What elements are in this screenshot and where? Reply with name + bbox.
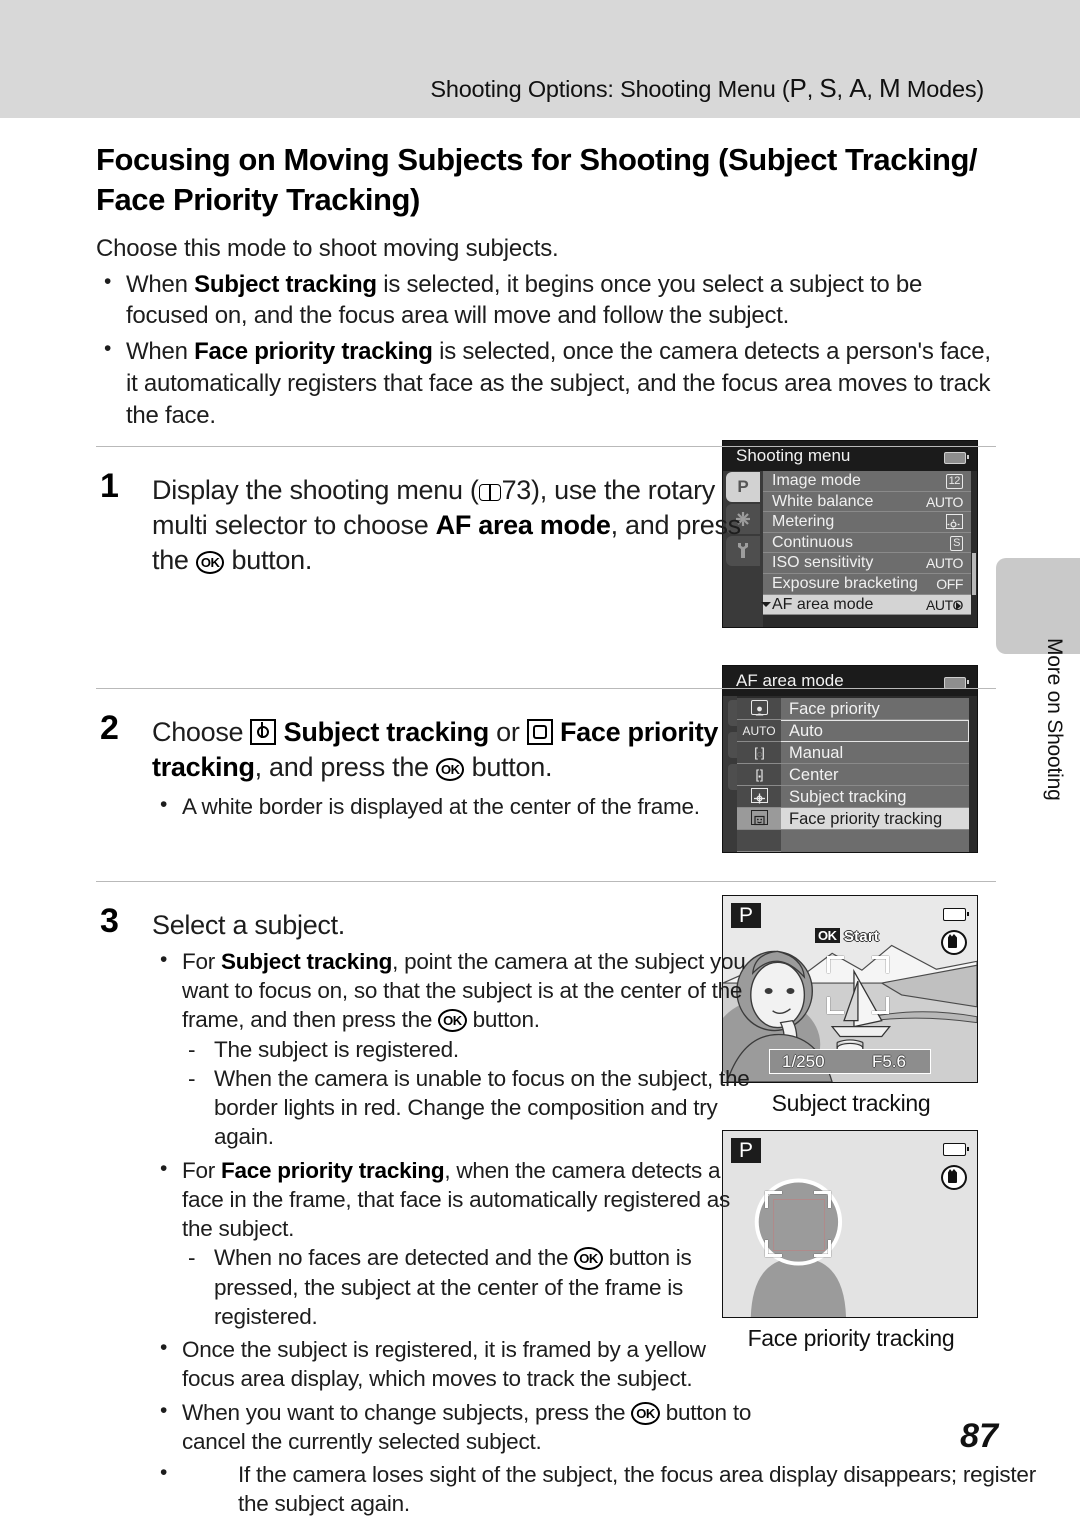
list-item: For Subject tracking, point the camera a… <box>152 946 752 1152</box>
sub-dash-list: When no faces are detected and the OK bu… <box>182 1243 752 1331</box>
battery-icon <box>943 908 969 921</box>
list-item: A white border is displayed at the cente… <box>152 791 752 821</box>
side-tab-label: More on Shooting <box>1043 638 1066 801</box>
focus-brackets <box>827 956 889 1014</box>
mode-letter-s: S <box>819 73 837 103</box>
running-head-prefix: Shooting Options: Shooting Menu ( <box>430 76 790 102</box>
exposure-readout: 1/250 F5.6 <box>769 1049 931 1074</box>
battery-icon <box>943 1143 969 1156</box>
subject-tracking-icon <box>250 719 277 746</box>
list-item: When the camera is unable to focus on th… <box>182 1064 752 1152</box>
ok-start-indicator: OK Start <box>815 928 879 945</box>
mode-letter-m: M <box>879 73 901 103</box>
list-item: When no faces are detected and the OK bu… <box>182 1243 752 1331</box>
intro-bullet-list: When Subject tracking is selected, it be… <box>96 268 996 433</box>
running-head-text: Shooting Options: Shooting Menu (P, S, A… <box>430 73 984 103</box>
ok-button-icon: OK <box>435 758 465 782</box>
ok-button-icon: OK <box>438 1009 467 1033</box>
page-body: More on Shooting Shooting menu P Image m… <box>0 118 1080 1516</box>
divider <box>96 880 996 882</box>
shutter-speed: 1/250 <box>782 1052 825 1071</box>
step-1: 1 Display the shooting menu (73), use th… <box>96 467 996 578</box>
list-item: Once the subject is registered, it is fr… <box>152 1334 752 1394</box>
manual-reference-icon <box>478 484 501 502</box>
shooting-mode-badge: P <box>731 903 761 928</box>
ok-badge: OK <box>815 928 840 943</box>
list-item: When Subject tracking is selected, it be… <box>96 268 996 333</box>
list-item: When Face priority tracking is selected,… <box>96 335 996 432</box>
page-title: Focusing on Moving Subjects for Shooting… <box>96 142 978 217</box>
mode-letter-p: P <box>789 73 807 103</box>
ok-button-icon: OK <box>574 1247 603 1271</box>
divider <box>96 446 996 448</box>
list-item: The subject is registered. <box>182 1035 752 1065</box>
ok-button-icon: OK <box>195 551 225 575</box>
running-head-band: Shooting Options: Shooting Menu (P, S, A… <box>0 0 1080 118</box>
face-priority-tracking-icon <box>526 719 553 746</box>
step-number: 3 <box>100 901 119 940</box>
list-item: For Face priority tracking, when the cam… <box>152 1155 752 1332</box>
step-text: Choose Subject tracking or Face priority… <box>152 717 719 783</box>
divider <box>96 688 996 690</box>
step-number: 2 <box>100 709 119 748</box>
main-content: Focusing on Moving Subjects for Shooting… <box>96 140 1036 1519</box>
vibration-reduction-icon <box>941 1165 967 1190</box>
aperture: F5.6 <box>871 1052 906 1071</box>
lead-paragraph: Choose this mode to shoot moving subject… <box>96 235 559 263</box>
sub-dash-list: The subject is registered. When the came… <box>182 1035 752 1152</box>
step-3-bullets: For Subject tracking, point the camera a… <box>152 946 752 1457</box>
side-tab-marker <box>996 558 1080 654</box>
step-number: 1 <box>100 467 119 506</box>
focus-brackets <box>765 1191 831 1257</box>
list-item: When you want to change subjects, press … <box>152 1397 752 1457</box>
step-2: 2 Choose Subject tracking or Face priori… <box>96 709 996 821</box>
shooting-mode-badge: P <box>731 1138 761 1163</box>
page-number: 87 <box>960 1417 998 1455</box>
step-3-bullets-wide: If the camera loses sight of the subject… <box>96 1459 1042 1519</box>
step-2-bullets: A white border is displayed at the cente… <box>152 791 752 821</box>
start-label: Start <box>843 928 880 945</box>
mode-letter-a: A <box>849 73 867 103</box>
step-text: Display the shooting menu (73), use the … <box>152 475 741 576</box>
running-head-suffix: Modes) <box>900 76 984 102</box>
vibration-reduction-icon <box>941 930 967 955</box>
ok-button-icon: OK <box>631 1401 660 1425</box>
list-item: If the camera loses sight of the subject… <box>152 1459 1042 1519</box>
